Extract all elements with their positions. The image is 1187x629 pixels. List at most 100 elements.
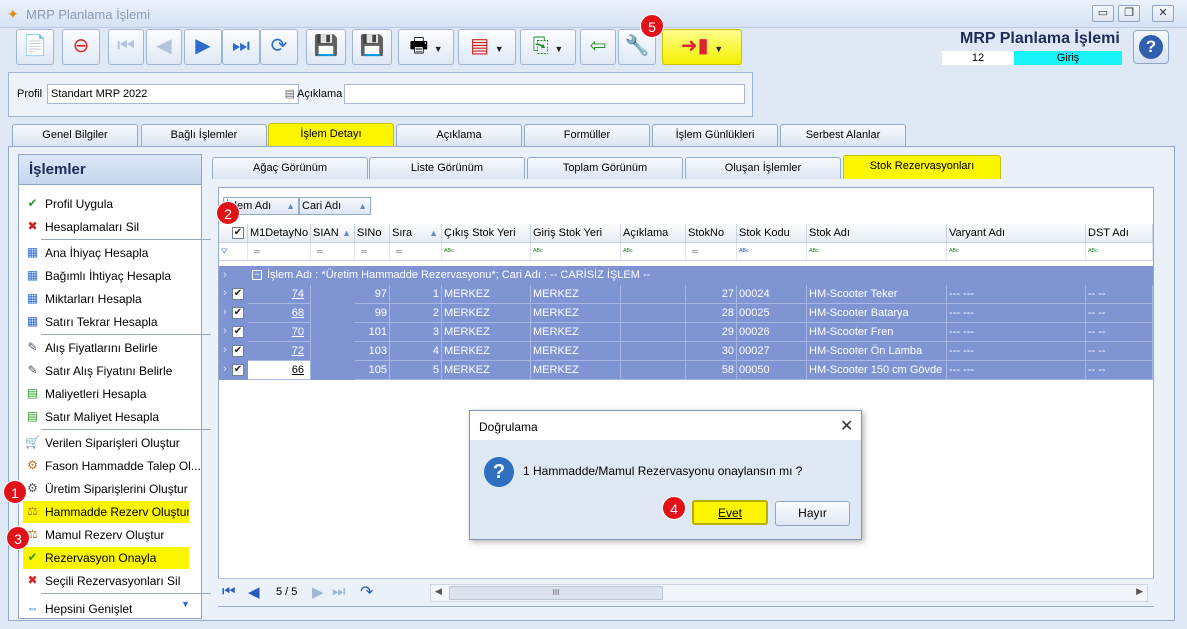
- table-cell[interactable]: MERKEZ: [531, 304, 621, 323]
- import-button[interactable]: ⇦: [580, 29, 616, 65]
- table-cell[interactable]: MERKEZ: [531, 342, 621, 361]
- tab-islem-gunlukleri[interactable]: İşlem Günlükleri: [652, 124, 778, 146]
- subtab-liste-gorunum[interactable]: Liste Görünüm: [369, 157, 525, 179]
- table-cell[interactable]: 27: [686, 285, 737, 304]
- col-header[interactable]: SINo: [355, 224, 390, 243]
- sidebar-item-verilen-siparisler[interactable]: 🛒 Verilen Siparişleri Oluştur: [23, 432, 201, 454]
- no-button[interactable]: Hayır: [775, 501, 850, 526]
- sidebar-item-profil-uygula[interactable]: ✔ Profil Uygula: [23, 193, 201, 215]
- table-cell[interactable]: MERKEZ: [442, 323, 531, 342]
- collapse-icon[interactable]: −: [252, 270, 262, 280]
- table-cell[interactable]: [621, 342, 686, 361]
- table-cell[interactable]: -- --: [1086, 342, 1153, 361]
- table-cell[interactable]: MERKEZ: [531, 361, 621, 380]
- sidebar-item-miktarlari-hesapla[interactable]: ▦ Miktarları Hesapla: [23, 288, 201, 310]
- sidebar-item-hammadde-rezerv[interactable]: ⚖ Hammadde Rezerv Oluştur: [23, 501, 189, 523]
- last-record-button[interactable]: ⏭: [222, 29, 260, 65]
- help-button[interactable]: ?: [1133, 30, 1169, 64]
- close-window-button[interactable]: ✕: [1152, 5, 1174, 22]
- sidebar-item-satir-maliyet[interactable]: ▤ Satır Maliyet Hesapla: [23, 406, 201, 428]
- table-row[interactable]: › ✔ 70 101 3 MERKEZ MERKEZ 29 00026 HM-Scooter Fr…: [219, 323, 1153, 342]
- row-checkbox[interactable]: ✔: [232, 345, 244, 357]
- table-cell[interactable]: 00050: [737, 361, 807, 380]
- refresh-button[interactable]: ⟳: [260, 29, 298, 65]
- print-button[interactable]: 🖶 ▼: [398, 29, 454, 65]
- group-row[interactable]: › − İşlem Adı : *Üretim Hammadde Rezerva…: [219, 266, 1153, 285]
- filter-cell[interactable]: ═: [248, 243, 311, 261]
- list-icon[interactable]: ▤: [285, 85, 295, 103]
- col-header[interactable]: Giriş Stok Yeri: [531, 224, 621, 243]
- table-cell[interactable]: --- ---: [947, 342, 1086, 361]
- first-page-icon[interactable]: ⏮: [222, 583, 236, 600]
- tab-islem-detayi[interactable]: İşlem Detayı: [268, 123, 394, 147]
- subtab-stok-rezervasyonlari[interactable]: Stok Rezervasyonları: [843, 155, 1001, 179]
- filter-cell[interactable]: ᴬᴮᶜ: [737, 243, 807, 261]
- table-cell[interactable]: 74: [248, 285, 311, 304]
- table-cell[interactable]: 1: [390, 285, 442, 304]
- col-header[interactable]: M1DetayNo: [248, 224, 311, 243]
- table-cell[interactable]: 29: [686, 323, 737, 342]
- filter-cell[interactable]: ═: [311, 243, 355, 261]
- table-cell[interactable]: HM-Scooter Ön Lamba: [807, 342, 947, 361]
- table-cell[interactable]: MERKEZ: [531, 285, 621, 304]
- subtab-olusan-islemler[interactable]: Oluşan İşlemler: [685, 157, 841, 179]
- tab-aciklama[interactable]: Açıklama: [396, 124, 522, 146]
- exit-button[interactable]: ➜▮ ▼: [662, 29, 742, 65]
- delete-document-button[interactable]: ⊖: [62, 29, 100, 65]
- filter-cell[interactable]: ᴬᴮᶜ: [947, 243, 1086, 261]
- table-cell[interactable]: 5: [390, 361, 442, 380]
- row-checkbox[interactable]: ✔: [232, 307, 244, 319]
- col-header[interactable]: Çıkış Stok Yeri: [442, 224, 531, 243]
- tab-formuller[interactable]: Formüller: [524, 124, 650, 146]
- next-record-button[interactable]: ▶: [184, 29, 222, 65]
- table-cell[interactable]: [621, 285, 686, 304]
- sidebar-item-mamul-rezerv[interactable]: ⚖ Mamul Rezerv Oluştur: [23, 524, 201, 546]
- sidebar-item-hesaplamalari-sil[interactable]: ✖ Hesaplamaları Sil: [23, 216, 201, 238]
- next-page-icon[interactable]: ▶: [312, 583, 324, 601]
- tab-bagli-islemler[interactable]: Bağlı İşlemler: [141, 124, 267, 146]
- first-record-button[interactable]: ⏮: [108, 29, 144, 65]
- table-cell[interactable]: 72: [248, 342, 311, 361]
- sidebar-item-bagimli-ihtiyac[interactable]: ▦ Bağımlı İhtiyaç Hesapla: [23, 265, 201, 287]
- col-header[interactable]: Stok Kodu: [737, 224, 807, 243]
- table-cell[interactable]: 66: [248, 361, 311, 380]
- table-cell[interactable]: MERKEZ: [442, 304, 531, 323]
- table-cell[interactable]: --- ---: [947, 323, 1086, 342]
- table-cell[interactable]: --- ---: [947, 304, 1086, 323]
- subtab-toplam-gorunum[interactable]: Toplam Görünüm: [527, 157, 683, 179]
- table-cell[interactable]: 00024: [737, 285, 807, 304]
- col-header[interactable]: Stok Adı: [807, 224, 947, 243]
- description-field[interactable]: [344, 84, 745, 104]
- table-cell[interactable]: 28: [686, 304, 737, 323]
- row-checkbox[interactable]: ✔: [232, 364, 244, 376]
- sidebar-item-hepsini-genislet[interactable]: ⇔ Hepsini Genişlet: [23, 598, 201, 620]
- col-header[interactable]: Sıra ▲: [390, 224, 442, 243]
- scroll-left-icon[interactable]: ◀: [435, 586, 442, 597]
- filter-cell[interactable]: ═: [390, 243, 442, 261]
- table-cell[interactable]: 2: [390, 304, 442, 323]
- table-cell[interactable]: HM-Scooter Teker: [807, 285, 947, 304]
- table-cell[interactable]: 00025: [737, 304, 807, 323]
- table-cell[interactable]: --- ---: [947, 361, 1086, 380]
- table-cell[interactable]: 70: [248, 323, 311, 342]
- sidebar-item-satir-alis-fiyati[interactable]: ✎ Satır Alış Fiyatını Belirle: [23, 360, 201, 382]
- scroll-down-icon[interactable]: ▼: [181, 599, 190, 609]
- sidebar-item-alis-fiyatlari[interactable]: ✎ Alış Fiyatlarını Belirle: [23, 337, 201, 359]
- close-icon[interactable]: ✕: [840, 416, 853, 436]
- col-header[interactable]: StokNo: [686, 224, 737, 243]
- sidebar-item-satiri-tekrar[interactable]: ▦ Satırı Tekrar Hesapla: [23, 311, 201, 333]
- save-button[interactable]: 💾: [306, 29, 346, 65]
- filter-cell[interactable]: ᴬᴮᶜ: [531, 243, 621, 261]
- table-cell[interactable]: --- ---: [947, 285, 1086, 304]
- scroll-thumb[interactable]: III: [449, 586, 663, 600]
- last-page-icon[interactable]: ⏭: [332, 583, 346, 600]
- sidebar-item-ana-ihtiyac[interactable]: ▦ Ana İhiyaç Hesapla: [23, 242, 201, 264]
- select-all-checkbox[interactable]: ✔: [232, 227, 244, 239]
- prev-record-button[interactable]: ◀: [146, 29, 182, 65]
- table-cell[interactable]: MERKEZ: [531, 323, 621, 342]
- sidebar-item-maliyetleri-hesapla[interactable]: ▤ Maliyetleri Hesapla: [23, 383, 201, 405]
- select-all-header[interactable]: ✔: [219, 224, 248, 243]
- table-cell[interactable]: HM-Scooter Batarya: [807, 304, 947, 323]
- col-header[interactable]: SIAN ▲: [311, 224, 355, 243]
- filter-cell[interactable]: ᴬᴮᶜ: [1086, 243, 1153, 261]
